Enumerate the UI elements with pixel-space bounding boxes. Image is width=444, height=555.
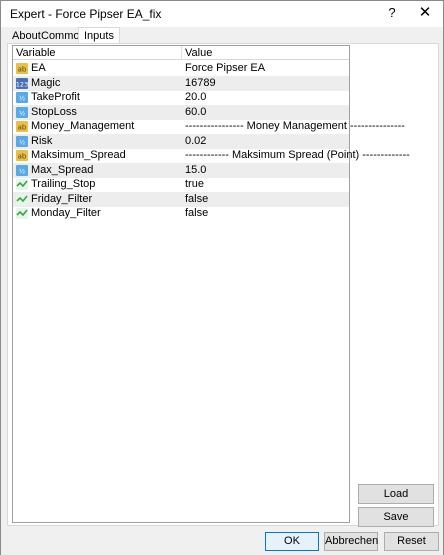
- variable-name: Trailing_Stop: [31, 178, 96, 190]
- string-icon: ab: [16, 121, 28, 132]
- variable-name: Max_Spread: [31, 163, 94, 176]
- svg-text:123: 123: [16, 80, 28, 88]
- column-divider[interactable]: [181, 46, 182, 60]
- variable-name: Friday_Filter: [31, 192, 93, 205]
- tab-inputs[interactable]: Inputs: [78, 27, 120, 44]
- variable-name: Magic: [31, 76, 61, 89]
- table-row[interactable]: Friday_Filter false: [13, 191, 349, 207]
- table-row[interactable]: ab Money_Management ---------------- Money…: [13, 119, 405, 134]
- inputs-panel: Variable Value ab EA Force Pipser EA 123 Mag…: [7, 43, 439, 527]
- variable-value[interactable]: true: [185, 178, 204, 190]
- window-title: Expert - Force Pipser EA_fix: [10, 7, 162, 21]
- svg-text:ab: ab: [18, 153, 27, 161]
- help-button[interactable]: ?: [375, 1, 409, 27]
- variable-value[interactable]: ---------------- Money Management ------…: [185, 120, 405, 132]
- variable-value[interactable]: Force Pipser EA: [185, 62, 265, 74]
- variable-value[interactable]: 16789: [185, 77, 216, 89]
- variable-value[interactable]: 60.0: [185, 106, 206, 118]
- title-bar: Expert - Force Pipser EA_fix ? ✕: [1, 1, 443, 27]
- double-icon: ½: [16, 92, 28, 103]
- dialog-footer: OK Abbrechen Reset: [1, 527, 443, 555]
- svg-text:½: ½: [19, 167, 25, 175]
- inputs-grid: Variable Value ab EA Force Pipser EA 123 Mag…: [12, 45, 410, 523]
- load-button[interactable]: Load: [358, 484, 434, 504]
- variable-name: StopLoss: [31, 105, 77, 118]
- close-button[interactable]: ✕: [408, 1, 442, 27]
- tab-bar: About Common Inputs: [7, 27, 437, 44]
- variable-name: Risk: [31, 134, 53, 147]
- string-icon: ab: [16, 63, 28, 74]
- table-row[interactable]: Monday_Filter false: [13, 206, 349, 221]
- ok-button[interactable]: OK: [265, 532, 319, 551]
- variable-value[interactable]: 20.0: [185, 91, 206, 103]
- variable-value[interactable]: 15.0: [185, 164, 206, 176]
- variable-name: EA: [31, 62, 46, 74]
- table-row[interactable]: Trailing_Stop true: [13, 177, 349, 192]
- save-button[interactable]: Save: [358, 507, 434, 527]
- svg-text:ab: ab: [18, 66, 27, 74]
- double-icon: ½: [16, 135, 28, 147]
- table-row[interactable]: 123 Magic 16789: [13, 75, 349, 91]
- variable-name: Maksimum_Spread: [31, 149, 126, 161]
- integer-icon: 123: [16, 77, 28, 89]
- svg-text:½: ½: [19, 109, 25, 117]
- bool-icon: [16, 208, 28, 219]
- table-row[interactable]: ab Maksimum_Spread ------------ Maksimum S…: [13, 148, 410, 163]
- column-header-variable[interactable]: Variable: [16, 47, 56, 59]
- variable-value[interactable]: false: [185, 207, 208, 219]
- table-row[interactable]: ½ StopLoss 60.0: [13, 104, 349, 120]
- double-icon: ½: [16, 106, 28, 118]
- cancel-button[interactable]: Abbrechen: [324, 532, 378, 551]
- variable-name: Monday_Filter: [31, 207, 101, 219]
- bool-icon: [16, 193, 28, 205]
- double-icon: ½: [16, 164, 28, 176]
- variable-value[interactable]: false: [185, 193, 208, 205]
- bool-icon: [16, 179, 28, 190]
- expert-properties-dialog: Expert - Force Pipser EA_fix ? ✕ About C…: [0, 0, 444, 555]
- grid-header: Variable Value: [13, 46, 349, 60]
- table-row[interactable]: ½ Risk 0.02: [13, 133, 349, 149]
- table-row[interactable]: ½ Max_Spread 15.0: [13, 162, 349, 178]
- svg-text:½: ½: [19, 138, 25, 146]
- table-row[interactable]: ab EA Force Pipser EA: [13, 61, 349, 76]
- column-header-value[interactable]: Value: [185, 47, 212, 59]
- variable-name: Money_Management: [31, 120, 135, 132]
- variable-value[interactable]: ------------ Maksimum Spread (Point) ---…: [185, 149, 410, 161]
- string-icon: ab: [16, 150, 28, 161]
- svg-text:ab: ab: [18, 124, 27, 132]
- reset-button[interactable]: Reset: [384, 532, 439, 551]
- variable-name: TakeProfit: [31, 91, 80, 103]
- svg-text:½: ½: [19, 95, 25, 103]
- table-row[interactable]: ½ TakeProfit 20.0: [13, 90, 349, 105]
- variable-value[interactable]: 0.02: [185, 135, 206, 147]
